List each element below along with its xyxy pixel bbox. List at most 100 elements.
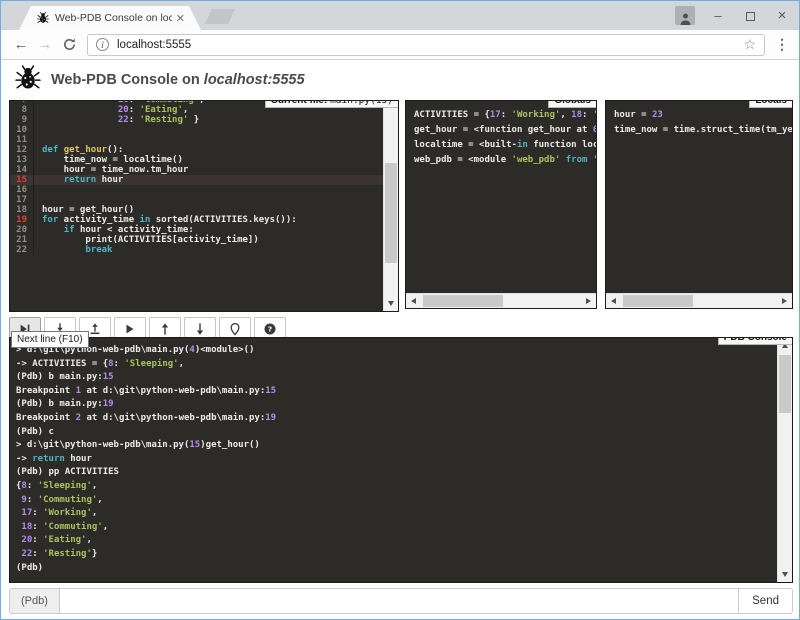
browser-menu-icon[interactable]: ⋮	[773, 36, 791, 53]
line-number[interactable]: 10	[10, 125, 34, 135]
output-line: 9: 'Commuting',	[16, 494, 771, 508]
output-line: ACTIVITIES = {17: 'Working', 18: 'Commut…	[414, 108, 588, 123]
code-line: 21 print(ACTIVITIES[activity_time])	[10, 235, 383, 245]
current-file-label: Current file: main.py(15)	[265, 100, 399, 108]
line-text: time_now = time.struct_time(tm_year	[614, 123, 793, 138]
output-line: (Pdb)	[16, 562, 771, 576]
scroll-down-button[interactable]	[778, 567, 792, 582]
output-line: {8: 'Sleeping',	[16, 480, 771, 494]
locals-horizontal-scrollbar[interactable]	[606, 293, 792, 308]
scroll-left-button[interactable]	[606, 294, 621, 308]
line-text: -> ACTIVITIES = {8: 'Sleeping',	[16, 358, 184, 372]
code-line: 17	[10, 195, 383, 205]
line-text: break	[42, 245, 112, 255]
scroll-right-button[interactable]	[777, 294, 792, 308]
output-line: Breakpoint 1 at d:\git\python-web-pdb\ma…	[16, 385, 771, 399]
line-number[interactable]: 14	[10, 165, 34, 175]
browser-window: Web-PDB Console on loc ✕ – × ← → i local…	[0, 0, 800, 620]
line-text: 22: 'Resting'}	[16, 548, 97, 562]
line-number[interactable]: 9	[10, 115, 34, 125]
code-line: 19for activity_time in sorted(ACTIVITIES…	[10, 215, 383, 225]
tab-title: Web-PDB Console on loc	[55, 12, 172, 24]
scrollbar-thumb[interactable]	[423, 295, 503, 307]
profile-button[interactable]	[675, 6, 695, 25]
output-line: 20: 'Eating',	[16, 534, 771, 548]
close-button[interactable]: ×	[773, 1, 791, 30]
line-number[interactable]: 12	[10, 145, 34, 155]
page-info-icon[interactable]: i	[96, 38, 109, 51]
console-vertical-scrollbar[interactable]	[777, 338, 792, 582]
line-number[interactable]: 13	[10, 155, 34, 165]
output-line: 18: 'Commuting',	[16, 521, 771, 535]
url-text[interactable]: localhost:5555	[117, 39, 743, 51]
line-text: hour = get_hour()	[42, 205, 134, 215]
code-lines: 7 18: 'Commuting',8 20: 'Eating',9 22: '…	[10, 100, 383, 255]
line-text: -> return hour	[16, 453, 92, 467]
line-number[interactable]: 16	[10, 185, 34, 195]
new-tab-button[interactable]	[205, 9, 235, 24]
browser-tabstrip: Web-PDB Console on loc ✕ – ×	[1, 1, 799, 30]
output-line: > d:\git\python-web-pdb\main.py(15)get_h…	[16, 439, 771, 453]
line-text: (Pdb) c	[16, 426, 54, 440]
line-number[interactable]: 8	[10, 105, 34, 115]
scroll-down-button[interactable]	[384, 296, 398, 311]
scroll-right-button[interactable]	[581, 294, 596, 308]
output-line: hour = 23	[614, 108, 784, 123]
line-number[interactable]: 18	[10, 205, 34, 215]
output-line: get_hour = <function get_hour at 0x0000>	[414, 123, 588, 138]
reload-button[interactable]	[57, 37, 81, 52]
line-text: return hour	[42, 175, 123, 185]
line-text: 18: 'Commuting',	[16, 521, 108, 535]
line-text: 17: 'Working',	[16, 507, 97, 521]
scroll-left-button[interactable]	[406, 294, 421, 308]
forward-button[interactable]: →	[33, 36, 57, 53]
minimize-button[interactable]: –	[709, 1, 727, 30]
command-input[interactable]	[59, 588, 739, 614]
scrollbar-thumb[interactable]	[623, 295, 693, 307]
scrollbar-thumb[interactable]	[385, 163, 397, 263]
breakpoint-line-number[interactable]: 19	[10, 215, 34, 225]
code-line: 10	[10, 125, 383, 135]
back-button[interactable]: ←	[9, 36, 33, 53]
line-number[interactable]: 20	[10, 225, 34, 235]
line-text: hour = 23	[614, 108, 663, 123]
globals-label: Globals	[548, 100, 597, 108]
globals-panel: Globals ACTIVITIES = {17: 'Working', 18:…	[405, 100, 597, 309]
code-line: 20 if hour < activity_time:	[10, 225, 383, 235]
breakpoint-line-number[interactable]: 15	[10, 175, 34, 185]
page-title: Web-PDB Console on localhost:5555	[51, 72, 305, 88]
maximize-icon	[746, 12, 755, 21]
output-line: 17: 'Working',	[16, 507, 771, 521]
globals-lines: ACTIVITIES = {17: 'Working', 18: 'Commut…	[406, 101, 596, 175]
output-line: -> ACTIVITIES = {8: 'Sleeping',	[16, 358, 771, 372]
url-box[interactable]: i localhost:5555 ☆	[87, 34, 765, 56]
maximize-button[interactable]	[741, 1, 759, 30]
send-button[interactable]: Send	[739, 588, 793, 614]
locals-panel: Locals hour = 23time_now = time.struct_t…	[605, 100, 793, 309]
globals-horizontal-scrollbar[interactable]	[406, 293, 596, 308]
scrollbar-thumb[interactable]	[779, 355, 791, 413]
bookmark-star-icon[interactable]: ☆	[743, 36, 756, 53]
line-text: 20: 'Eating',	[16, 534, 92, 548]
pdb-console-panel: PDB Console > d:\git\python-web-pdb\main…	[9, 337, 793, 583]
code-line: 15 return hour	[10, 175, 383, 185]
line-text: {8: 'Sleeping',	[16, 480, 97, 494]
line-text: (Pdb) b main.py:15	[16, 371, 114, 385]
line-number[interactable]: 11	[10, 135, 34, 145]
code-vertical-scrollbar[interactable]	[383, 101, 398, 311]
code-line: 18 hour = get_hour()	[10, 205, 383, 215]
line-number[interactable]: 17	[10, 195, 34, 205]
tab-close-icon[interactable]: ✕	[176, 12, 185, 25]
output-line: (Pdb) pp ACTIVITIES	[16, 466, 771, 480]
page-header: Web-PDB Console on localhost:5555	[1, 62, 305, 98]
command-input-row: (Pdb) Send	[9, 588, 793, 614]
line-number[interactable]: 21	[10, 235, 34, 245]
output-line: (Pdb) b main.py:15	[16, 371, 771, 385]
line-text: web_pdb = <module 'web_pdb' from 'd:	[414, 153, 597, 168]
svg-text:?: ?	[268, 325, 272, 334]
line-number[interactable]: 22	[10, 245, 34, 255]
next-line-tooltip: Next line (F10)	[11, 331, 89, 348]
browser-tab[interactable]: Web-PDB Console on loc ✕	[19, 6, 201, 30]
code-line: 22 break	[10, 245, 383, 255]
code-line: 14 hour = time_now.tm_hour	[10, 165, 383, 175]
